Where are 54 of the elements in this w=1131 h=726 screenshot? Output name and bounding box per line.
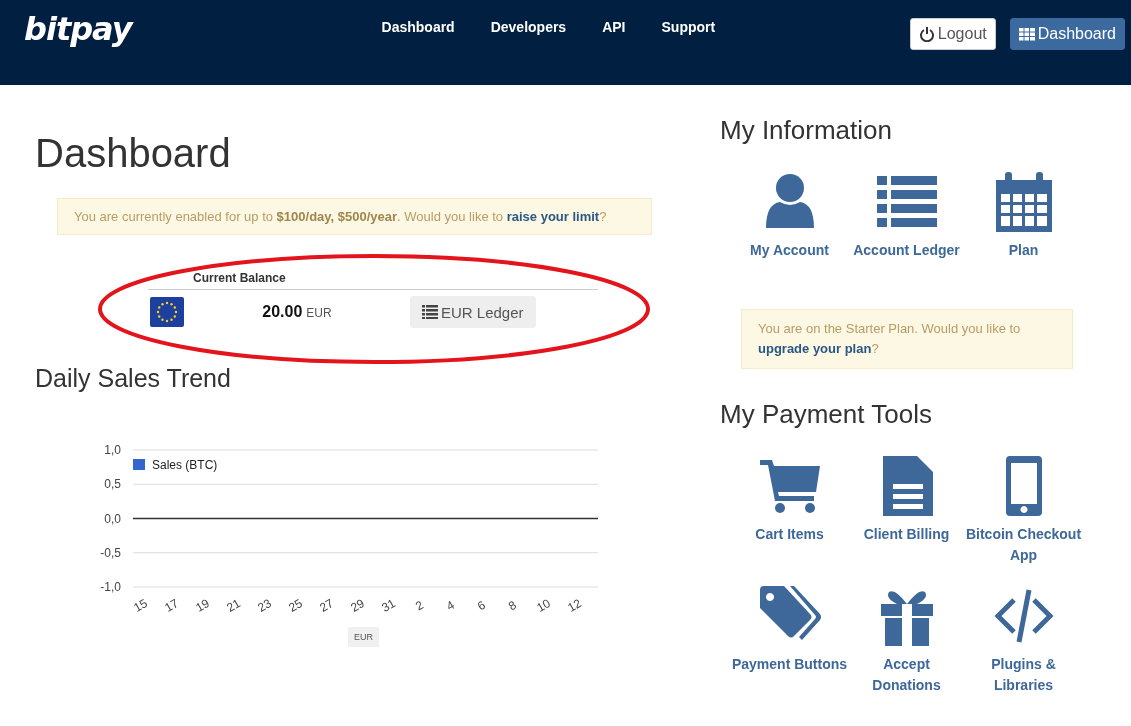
- axis-tick-label: 4: [444, 597, 457, 614]
- nav-link[interactable]: API: [602, 19, 626, 35]
- alert-message: You are on the Starter Plan. Would you like to upgrade your plan?: [758, 320, 1022, 358]
- axis-tick-label: 2: [413, 597, 426, 614]
- axis-tick-label: 25: [286, 596, 305, 615]
- page-title: Dashboard: [35, 131, 232, 176]
- section-title: My Information: [720, 115, 893, 146]
- list-icon: [422, 304, 438, 320]
- axis-tick-label: 6: [475, 597, 488, 614]
- tool-link[interactable]: Account Ledger: [848, 164, 965, 261]
- section-title: Daily Sales Trend: [35, 364, 232, 393]
- flag-icon: [150, 297, 184, 327]
- axis-tick-label: -0,5: [100, 545, 121, 560]
- currency-label: EUR: [306, 306, 332, 320]
- axis-tick-label: 31: [379, 596, 398, 615]
- section-title: My Payment Tools: [720, 399, 933, 430]
- axis-tick-label: -1,0: [100, 580, 121, 594]
- axis-tick-label: 1,0: [104, 443, 121, 457]
- tool-link[interactable]: My Account: [731, 164, 848, 261]
- logout-button[interactable]: Logout: [909, 18, 996, 50]
- alert-message: You are currently enabled for up to $100/day, $500/year. Would you like to raise your limit?: [74, 209, 608, 224]
- tool-link[interactable]: Accept Donations: [848, 578, 965, 696]
- axis-tick-label: 10: [534, 596, 553, 615]
- balance-amount: 20.00: [262, 303, 303, 320]
- legend-label: Sales (BTC): [152, 458, 218, 472]
- logo[interactable]: bitpay: [24, 10, 132, 48]
- tool-link[interactable]: Plan: [965, 164, 1082, 261]
- table-header: Current Balance: [148, 271, 598, 290]
- ledger-button[interactable]: EUR Ledger: [410, 296, 536, 328]
- axis-tick-label: 29: [348, 596, 367, 615]
- axis-tick-label: 0,0: [104, 511, 121, 526]
- currency-button[interactable]: EUR: [348, 627, 379, 647]
- axis-tick-label: 8: [506, 597, 519, 614]
- tool-link[interactable]: Plugins & Libraries: [965, 578, 1082, 696]
- nav-link[interactable]: Support: [661, 19, 716, 35]
- axis-tick-label: 27: [317, 596, 336, 615]
- tool-link[interactable]: Client Billing: [848, 448, 965, 566]
- axis-tick-label: 0,5: [104, 477, 121, 492]
- tool-link[interactable]: Bitcoin Checkout App: [965, 448, 1082, 566]
- axis-tick-label: 23: [255, 596, 274, 615]
- tool-link[interactable]: Cart Items: [731, 448, 848, 566]
- nav-link[interactable]: Developers: [490, 19, 567, 35]
- axis-tick-label: 19: [193, 596, 212, 615]
- nav-link[interactable]: Dashboard: [381, 19, 455, 35]
- power-icon: [918, 26, 935, 42]
- alert-link[interactable]: upgrade your plan: [758, 341, 872, 356]
- grid-icon: [1018, 26, 1035, 42]
- axis-tick-label: 12: [565, 596, 584, 615]
- tool-link[interactable]: Payment Buttons: [731, 578, 848, 696]
- dashboard-button[interactable]: Dashboard: [1009, 18, 1125, 50]
- alert-link[interactable]: raise your limit: [506, 209, 600, 224]
- axis-tick-label: 17: [162, 596, 181, 615]
- axis-tick-label: 21: [224, 596, 243, 615]
- axis-tick-label: 15: [131, 596, 150, 615]
